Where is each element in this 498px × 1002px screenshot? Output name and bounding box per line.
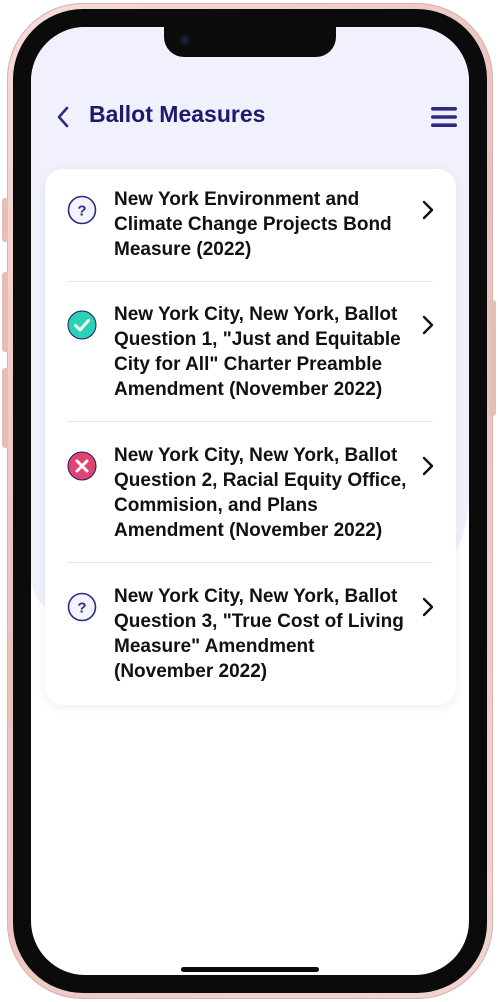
measure-title: New York City, New York, Ballot Question… xyxy=(114,304,401,400)
check-icon xyxy=(67,310,97,340)
list-item[interactable]: ? New York Environment and Climate Chang… xyxy=(67,189,434,275)
hamburger-menu-icon xyxy=(431,107,457,127)
divider xyxy=(67,421,433,422)
top-bar: Ballot Measures xyxy=(31,99,469,135)
page-title: Ballot Measures xyxy=(89,101,266,127)
chevron-right-icon xyxy=(422,315,434,335)
chevron-left-icon xyxy=(57,106,69,128)
list-item[interactable]: New York City, New York, Ballot Question… xyxy=(67,304,434,410)
volume-down-button xyxy=(2,368,8,448)
question-icon: ? xyxy=(67,195,97,225)
svg-text:?: ? xyxy=(77,203,86,220)
list-item[interactable]: ? New York City, New York, Ballot Questi… xyxy=(67,586,434,692)
cross-icon xyxy=(67,451,97,481)
chevron-right-icon xyxy=(422,200,434,220)
mute-switch xyxy=(2,198,8,242)
front-camera xyxy=(179,34,191,46)
power-button xyxy=(490,300,496,416)
svg-text:?: ? xyxy=(77,600,86,617)
ballot-measure-list: ? New York Environment and Climate Chang… xyxy=(45,169,456,705)
measure-title: New York City, New York, Ballot Question… xyxy=(114,445,407,541)
divider xyxy=(67,281,433,282)
home-indicator[interactable] xyxy=(181,967,319,972)
menu-button[interactable] xyxy=(429,103,459,131)
divider xyxy=(67,562,433,563)
measure-title: New York City, New York, Ballot Question… xyxy=(114,586,404,682)
chevron-right-icon xyxy=(422,597,434,617)
screen: Ballot Measures ? New York Environment a… xyxy=(31,27,469,975)
list-item[interactable]: New York City, New York, Ballot Question… xyxy=(67,445,434,551)
chevron-right-icon xyxy=(422,456,434,476)
measure-title: New York Environment and Climate Change … xyxy=(114,189,392,260)
back-button[interactable] xyxy=(49,103,77,131)
volume-up-button xyxy=(2,272,8,352)
question-icon: ? xyxy=(67,592,97,622)
